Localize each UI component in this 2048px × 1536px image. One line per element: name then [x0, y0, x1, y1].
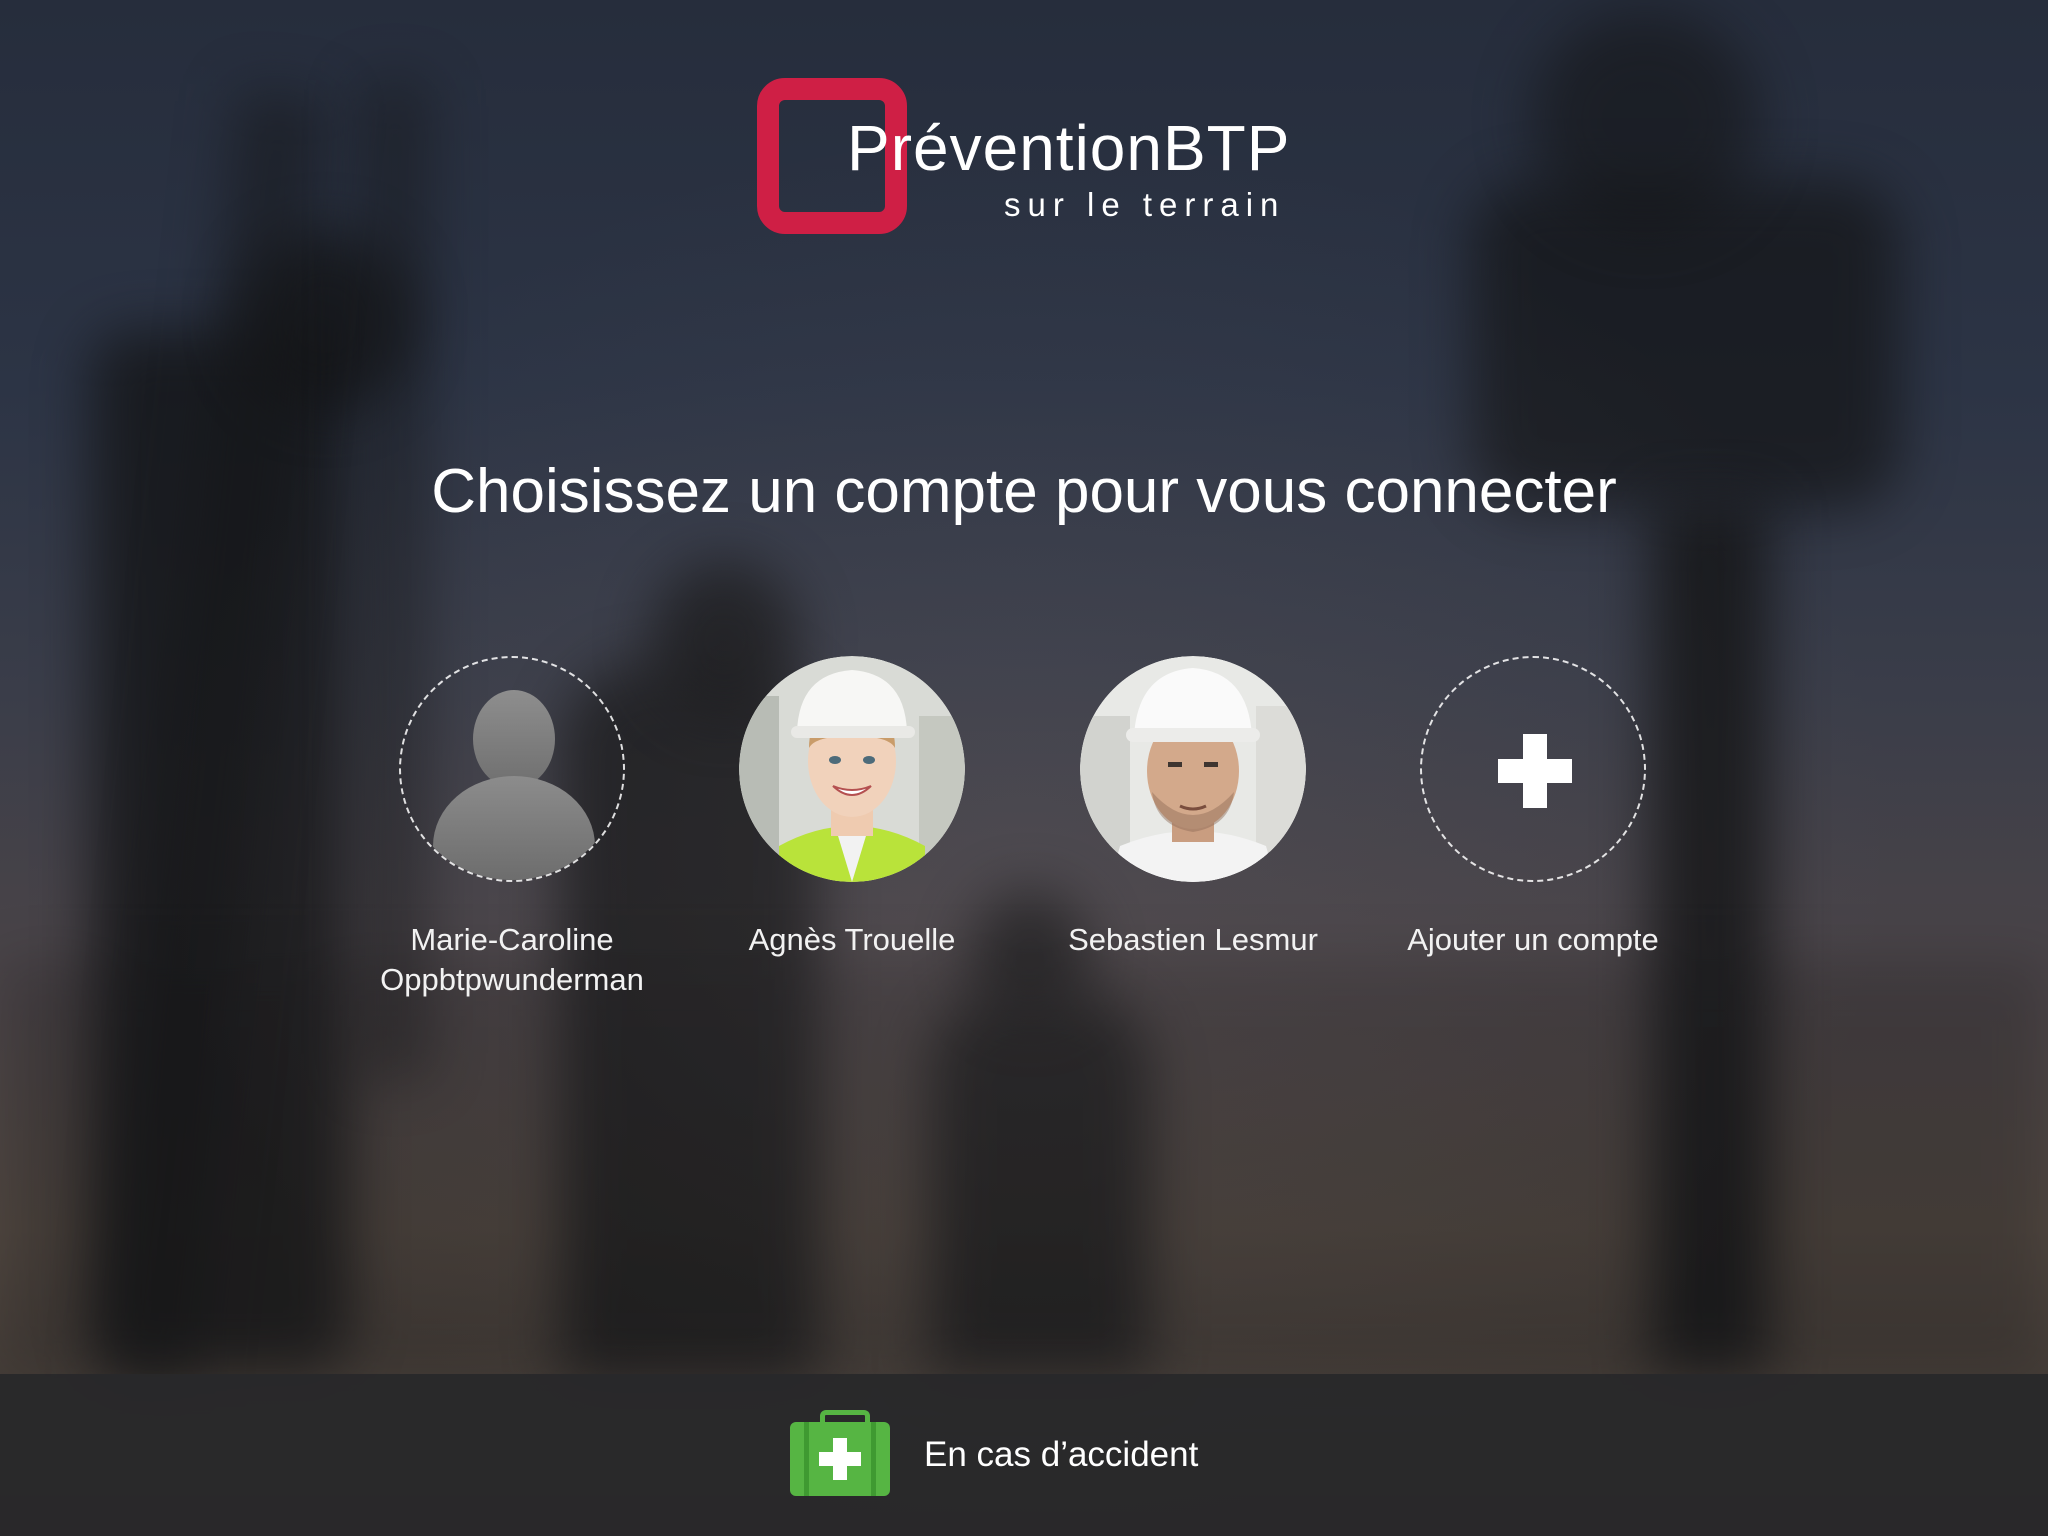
plus-icon: [1498, 734, 1572, 808]
first-aid-kit-icon: [790, 1410, 890, 1500]
account-name: Marie-Caroline Oppbtpwunderman: [380, 922, 644, 997]
user-silhouette-icon: [473, 690, 555, 788]
add-account-button[interactable]: Ajouter un compte: [1383, 656, 1683, 960]
bottom-bar: En cas d’accident: [0, 1374, 2048, 1536]
account-agnes-trouelle[interactable]: Agnès Trouelle: [702, 656, 1002, 960]
page-title: Choisissez un compte pour vous connecter: [431, 457, 1617, 526]
avatar[interactable]: [1080, 656, 1306, 882]
add-account-label: Ajouter un compte: [1407, 922, 1659, 957]
accident-label: En cas d’accident: [924, 1435, 1199, 1474]
accident-button[interactable]: En cas d’accident: [790, 1410, 1198, 1500]
account-name: Agnès Trouelle: [748, 922, 956, 957]
app-logo: PréventionBTP sur le terrain: [757, 78, 1297, 238]
avatar[interactable]: [739, 656, 965, 882]
logo-title: PréventionBTP: [847, 112, 1291, 184]
avatar[interactable]: [399, 656, 625, 882]
account-name: Sebastien Lesmur: [1068, 922, 1318, 957]
add-account-circle[interactable]: [1420, 656, 1646, 882]
account-marie-caroline[interactable]: Marie-Caroline Oppbtpwunderman: [362, 656, 662, 1000]
logo-subtitle: sur le terrain: [1004, 186, 1286, 223]
account-sebastien-lesmur[interactable]: Sebastien Lesmur: [1043, 656, 1343, 960]
man-hardhat-photo: [1080, 656, 1306, 882]
woman-hardhat-photo: [739, 656, 965, 882]
